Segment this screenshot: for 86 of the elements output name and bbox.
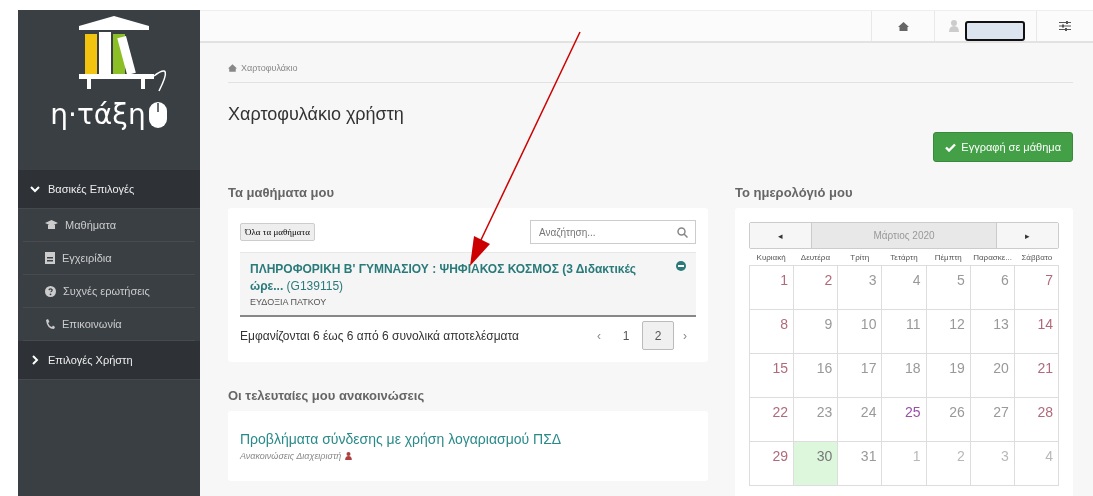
remove-icon[interactable] (676, 261, 686, 271)
redaction-box (965, 21, 1025, 41)
home-icon (897, 21, 909, 31)
calendar-day[interactable]: 28 (1014, 398, 1059, 442)
calendar-day[interactable]: 7 (1014, 266, 1059, 310)
calendar-day[interactable]: 15 (750, 354, 795, 398)
home-icon (228, 64, 237, 72)
check-icon (945, 142, 957, 152)
calendar-day[interactable]: 31 (838, 442, 883, 486)
settings-icon (1059, 21, 1071, 31)
chevron-icon (30, 355, 40, 365)
calendar-day[interactable]: 3 (838, 266, 883, 310)
weekday-label: Παρασκε... (972, 253, 1013, 262)
search-field[interactable]: Αναζήτηση... (530, 220, 696, 244)
calendar-day[interactable]: 14 (1014, 310, 1059, 354)
calendar-day[interactable]: 3 (970, 442, 1015, 486)
question-icon (45, 285, 56, 297)
next-month-button[interactable]: ▸ (996, 223, 1058, 248)
page-link[interactable]: 2 (642, 321, 674, 350)
weekday-label: Τετάρτη (889, 253, 919, 262)
mouse-icon (147, 100, 168, 129)
calendar-day[interactable]: 4 (882, 266, 927, 310)
weekday-label: Δευτέρα (799, 253, 831, 262)
sidebar-item-label: Μαθήματα (65, 219, 116, 231)
calendar-day[interactable]: 10 (838, 310, 883, 354)
calendar-day[interactable]: 6 (970, 266, 1015, 310)
section-heading: Τα μαθήματα μου (228, 185, 335, 200)
calendar-day[interactable]: 4 (1014, 442, 1059, 486)
weekday-label: Σάββατο (1020, 253, 1054, 262)
document-icon (45, 252, 55, 264)
previous-page-link[interactable]: ‹ (588, 321, 610, 350)
calendar-day[interactable]: 16 (794, 354, 839, 398)
calendar-day[interactable]: 8 (750, 310, 795, 354)
results-summary: Εμφανίζονται 6 έως 6 από 6 συνολικά αποτελέσματα (240, 328, 520, 343)
calendar-day[interactable]: 20 (970, 354, 1015, 398)
calendar-day[interactable]: 2 (926, 442, 971, 486)
course-link[interactable]: ΠΛΗΡΟΦΟΡΙΚΗ Β' ΓΥΜΝΑΣΙΟΥ : ΨΗΦΙΑΚΟΣ ΚΟΣΜΟΣ (3 Διδακτικές ώρε... (G139115) (250, 261, 670, 295)
calendar-day[interactable]: 5 (926, 266, 971, 310)
calendar-day[interactable]: 1 (882, 442, 927, 486)
calendar-day[interactable]: 22 (750, 398, 795, 442)
sidebar-item-label: Επικοινωνία (62, 318, 122, 330)
sidebar-item[interactable]: Εγχειρίδια (23, 242, 195, 275)
course-teacher: ΕΥΔΟΞΙΑ ΠΑΤΚΟΥ (250, 297, 328, 307)
chevron-icon (30, 184, 40, 194)
sidebar-item-label: Συχνές ερωτήσεις (63, 285, 150, 297)
weekday-label: Κυριακή (755, 253, 787, 262)
next-page-link[interactable]: › (674, 321, 696, 350)
calendar-day[interactable]: 21 (1014, 354, 1059, 398)
phone-icon (45, 318, 55, 330)
announcement-source: Ανακοινώσεις Διαχειριστή (240, 451, 342, 461)
search-icon (677, 227, 688, 238)
calendar-day[interactable]: 12 (926, 310, 971, 354)
graduation-cap-icon (45, 220, 58, 230)
calendar-day[interactable]: 27 (970, 398, 1015, 442)
user-icon (345, 452, 353, 460)
sidebar-section-header[interactable]: Βασικές Επιλογές (18, 170, 200, 209)
register-button[interactable]: Εγγραφή σε μάθημα (933, 132, 1073, 162)
page-title: Χαρτοφυλάκιο χρήστη (228, 104, 405, 125)
calendar-day[interactable]: 19 (926, 354, 971, 398)
calendar-day[interactable]: 13 (970, 310, 1015, 354)
weekday-label: Πέμπτη (933, 253, 963, 262)
calendar-day[interactable]: 17 (838, 354, 883, 398)
month-title: Μάρτιος 2020 (872, 229, 936, 243)
calendar-day[interactable]: 2 (794, 266, 839, 310)
announcement-link[interactable]: Προβλήματα σύνδεσης με χρήση λογαριασμού ΠΣΔ (240, 431, 696, 447)
breadcrumb-link[interactable]: Χαρτοφυλάκιο (241, 63, 298, 73)
sidebar-item[interactable]: Συχνές ερωτήσεις (23, 275, 195, 308)
calendar-day[interactable]: 9 (794, 310, 839, 354)
logo-text: η·τάξη (50, 98, 146, 131)
previous-month-button[interactable]: ◂ (750, 223, 812, 248)
calendar-day[interactable]: 1 (750, 266, 795, 310)
section-heading: Το ημερολόγιό μου (735, 185, 854, 200)
sidebar-item[interactable]: Μαθήματα (23, 209, 195, 242)
calendar-day[interactable]: 26 (926, 398, 971, 442)
calendar-day[interactable]: 24 (838, 398, 883, 442)
weekday-label: Τρίτη (849, 253, 871, 262)
calendar-day[interactable]: 18 (882, 354, 927, 398)
calendar-day[interactable]: 11 (882, 310, 927, 354)
calendar-day[interactable]: 25 (882, 398, 927, 442)
page-link[interactable]: 1 (610, 321, 642, 350)
all-courses-button[interactable]: Όλα τα μαθήματα (240, 223, 315, 241)
sidebar-item-label: Εγχειρίδια (62, 252, 112, 264)
user-icon (949, 20, 959, 32)
sidebar-section-header[interactable]: Επιλογές Χρήστη (18, 341, 200, 380)
calendar-day[interactable]: 30 (794, 442, 839, 486)
section-heading: Οι τελευταίες μου ανακοινώσεις (228, 388, 426, 403)
